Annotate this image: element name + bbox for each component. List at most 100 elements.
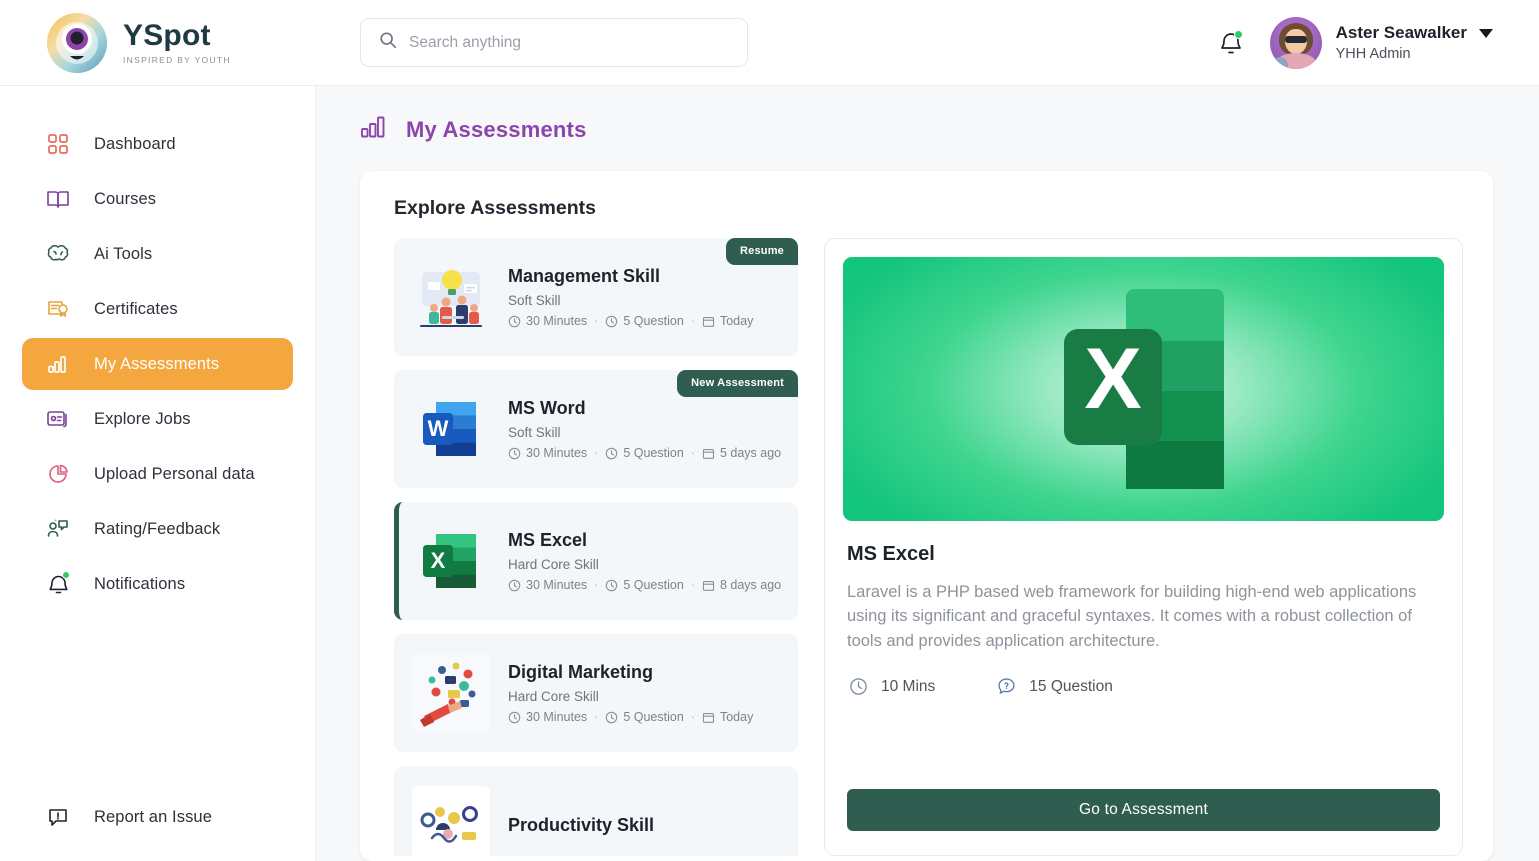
assessment-category: Hard Core Skill [508, 689, 599, 704]
assessment-duration: 30 Minutes [526, 314, 588, 328]
detail-duration: 10 Mins [849, 677, 935, 696]
assessment-category: Soft Skill [508, 293, 561, 308]
digital-marketing-illustration-icon [412, 654, 490, 732]
sidebar-item-dashboard[interactable]: Dashboard [22, 118, 293, 170]
clock-icon [508, 579, 521, 591]
assessment-duration: 30 Minutes [526, 578, 588, 592]
brain-icon [44, 240, 72, 268]
assessment-card[interactable]: Resume Management Skill Soft Skill 30 Mi… [394, 238, 798, 356]
meta-separator: · [690, 578, 695, 592]
svg-text:X: X [1084, 331, 1141, 427]
search-icon [379, 31, 397, 54]
assessment-date: 8 days ago [719, 578, 782, 592]
clock-icon [508, 315, 521, 327]
sidebar-item-report-an-issue[interactable]: Report an Issue [22, 791, 293, 843]
ms-excel-logo-icon: X [412, 522, 490, 600]
clock-icon [606, 579, 618, 591]
sidebar-item-label: Ai Tools [94, 244, 153, 263]
assessment-questions: 5 Question [623, 578, 684, 592]
detail-title: MS Excel [847, 543, 935, 565]
top-bar: YSpot INSPIRED BY YOUTH Search anything … [0, 0, 1539, 86]
clock-icon [508, 711, 521, 723]
assessment-card[interactable]: Productivity Skill [394, 766, 798, 856]
sidebar-item-upload-personal-data[interactable]: Upload Personal data [22, 448, 293, 500]
assessment-card[interactable]: X MS Excel Hard Core Skill 30 Minutes · [394, 502, 798, 620]
assessment-card[interactable]: New Assessment W MS Word Soft Skill 30 M… [394, 370, 798, 488]
pie-chart-icon [44, 460, 72, 488]
detail-meta: 10 Mins 15 Question [849, 677, 1444, 696]
app-root: YSpot INSPIRED BY YOUTH Search anything … [0, 0, 1539, 861]
assessment-detail-column: X MS Excel Laravel is a PHP based web fr… [824, 238, 1463, 856]
bar-chart-icon [360, 114, 390, 145]
brand-text: YSpot INSPIRED BY YOUTH [123, 20, 231, 66]
notification-indicator [1233, 29, 1243, 39]
notification-indicator [62, 571, 70, 579]
id-card-icon [44, 405, 72, 433]
panel-title: Explore Assessments [394, 197, 596, 219]
search-input[interactable] [409, 33, 729, 52]
assessment-title: Digital Marketing [508, 662, 654, 682]
feedback-icon [44, 515, 72, 543]
sidebar-item-label: Dashboard [94, 134, 176, 153]
body: Dashboard Courses Ai Tools Certificates … [0, 86, 1539, 861]
detail-questions: 15 Question [997, 677, 1113, 696]
meta-separator: · [690, 710, 695, 724]
meta-separator: · [594, 578, 599, 592]
assessment-info: Productivity Skill [508, 815, 654, 836]
sidebar-item-explore-jobs[interactable]: Explore Jobs [22, 393, 293, 445]
main-content: My Assessments Explore Assessments Resum… [316, 86, 1539, 861]
go-to-assessment-button[interactable]: Go to Assessment [847, 789, 1440, 831]
search-box[interactable] [360, 18, 748, 67]
detail-duration-value: 10 Mins [881, 677, 936, 695]
sidebar-item-label: Rating/Feedback [94, 519, 221, 538]
assessment-title: Productivity Skill [508, 814, 655, 835]
sidebar-item-notifications[interactable]: Notifications [22, 558, 293, 610]
assessment-detail-card: X MS Excel Laravel is a PHP based web fr… [824, 238, 1463, 856]
assessment-hero-image: X [843, 257, 1444, 521]
sidebar-item-courses[interactable]: Courses [22, 173, 293, 225]
user-profile-menu[interactable]: Aster Seawalker YHH Admin [1269, 16, 1493, 69]
status-badge: Resume [726, 238, 798, 265]
sidebar-item-my-assessments[interactable]: My Assessments [22, 338, 293, 390]
sidebar-item-label: Report an Issue [94, 807, 212, 826]
assessment-date: Today [719, 314, 754, 328]
sidebar-item-certificates[interactable]: Certificates [22, 283, 293, 335]
brand-logo[interactable]: YSpot INSPIRED BY YOUTH [0, 10, 316, 76]
detail-description: Laravel is a PHP based web framework for… [847, 583, 1417, 650]
sidebar-item-ai-tools[interactable]: Ai Tools [22, 228, 293, 280]
assessment-meta: 30 Minutes · 5 Question · 8 days ago [508, 578, 781, 592]
chevron-down-icon[interactable] [1479, 28, 1493, 38]
sidebar-item-label: My Assessments [94, 354, 220, 373]
user-role: YHH Admin [1335, 46, 1411, 62]
clock-icon [850, 678, 867, 695]
assessment-info: Digital Marketing Hard Core Skill 30 Min… [508, 662, 753, 724]
sidebar-item-label: Upload Personal data [94, 464, 255, 483]
notification-bell-icon[interactable] [1218, 29, 1244, 57]
sidebar-item-label: Certificates [94, 299, 178, 318]
calendar-icon [702, 712, 715, 723]
assessment-questions: 5 Question [623, 710, 684, 724]
assessment-card[interactable]: Digital Marketing Hard Core Skill 30 Min… [394, 634, 798, 752]
clock-icon [606, 447, 618, 459]
svg-text:X: X [431, 548, 446, 573]
meta-separator: · [690, 446, 695, 460]
assessment-info: MS Excel Hard Core Skill 30 Minutes · 5 … [508, 530, 781, 592]
team-lightbulb-illustration-icon [412, 258, 490, 336]
clock-icon [606, 315, 618, 327]
status-badge: New Assessment [677, 370, 798, 397]
header-right: Aster Seawalker YHH Admin [1218, 16, 1539, 69]
meta-separator: · [594, 314, 599, 328]
grid-icon [44, 130, 72, 158]
question-bubble-icon [998, 678, 1015, 695]
report-issue-icon [44, 803, 72, 831]
detail-questions-value: 15 Question [1029, 677, 1113, 695]
yspot-eye-logo-icon [44, 10, 110, 76]
sidebar-item-rating-feedback[interactable]: Rating/Feedback [22, 503, 293, 555]
calendar-icon [702, 448, 715, 459]
panel-columns: Resume Management Skill Soft Skill 30 Mi… [394, 238, 1463, 856]
meta-separator: · [594, 710, 599, 724]
assessment-title: MS Word [508, 398, 586, 418]
bar-chart-icon [44, 350, 72, 378]
assessment-info: MS Word Soft Skill 30 Minutes · 5 Questi… [508, 398, 781, 460]
